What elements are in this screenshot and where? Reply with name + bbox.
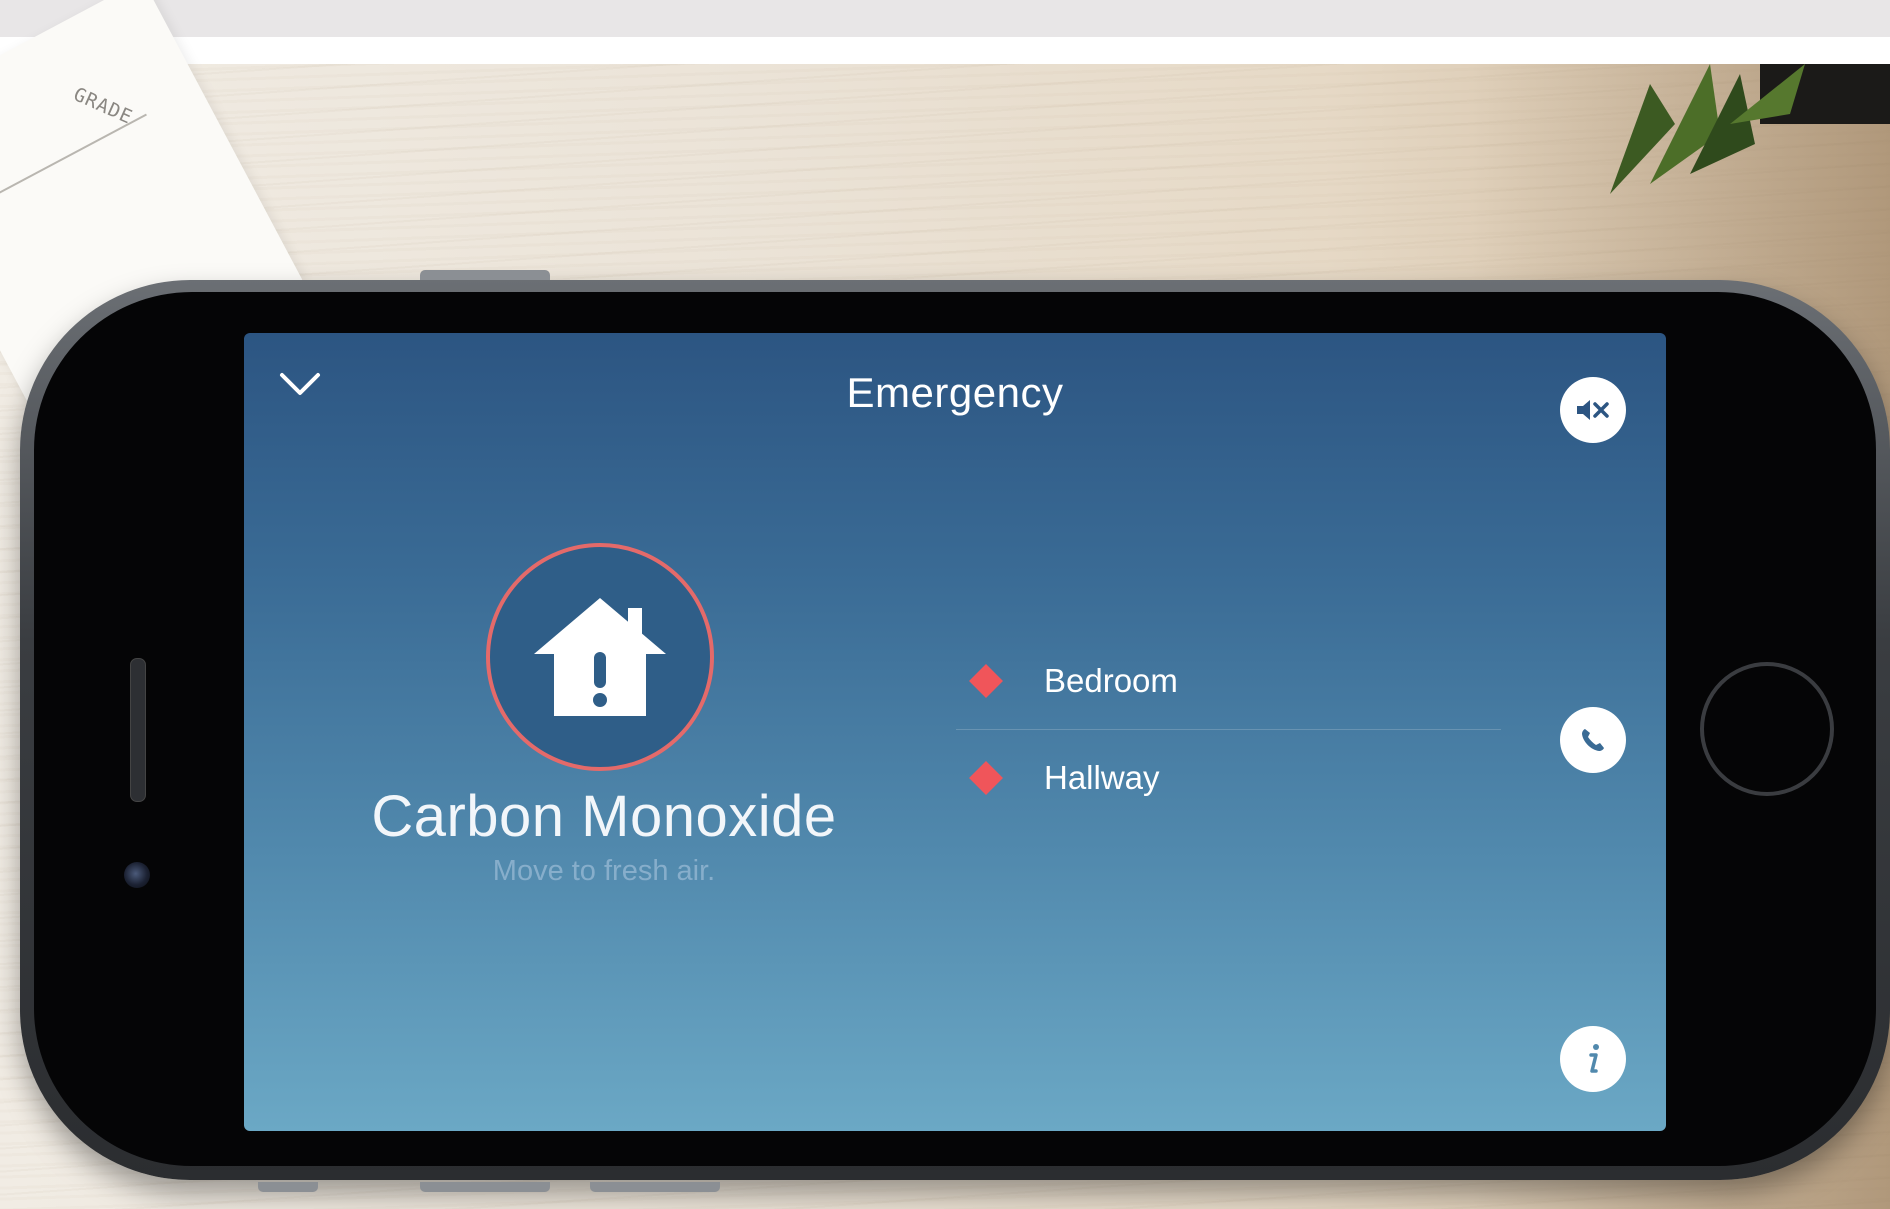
alert-diamond-icon — [969, 664, 1003, 698]
info-button[interactable] — [1560, 1026, 1626, 1092]
top-strip — [0, 0, 1890, 37]
location-label: Bedroom — [1044, 662, 1178, 699]
side-button-bottom-2 — [420, 1182, 550, 1192]
house-alert-icon — [534, 598, 666, 716]
alert-diamond-icon — [969, 761, 1003, 795]
alarm-type: Carbon Monoxide — [371, 784, 837, 849]
front-camera — [124, 862, 150, 888]
volume-button — [420, 270, 550, 280]
screen-title: Emergency — [846, 369, 1064, 416]
side-button-bottom-3 — [590, 1182, 720, 1192]
alarm-instruction: Move to fresh air. — [492, 855, 716, 887]
earpiece-speaker — [130, 658, 146, 802]
plant-leaves — [1610, 64, 1890, 194]
location-label: Hallway — [1044, 759, 1160, 796]
side-button-bottom-1 — [258, 1182, 318, 1192]
mute-button[interactable] — [1560, 377, 1626, 443]
phone-icon — [1582, 729, 1604, 751]
photo-scene: GRADE Emergency Carbon Monoxide Move to … — [0, 0, 1890, 1209]
speaker-mute-icon — [1577, 400, 1609, 420]
alarm-status-ring — [486, 543, 714, 771]
page-gap — [0, 37, 1890, 64]
list-item[interactable]: Hallway — [956, 730, 1501, 826]
list-item[interactable]: Bedroom — [956, 633, 1501, 729]
home-button[interactable] — [1700, 662, 1834, 796]
call-button[interactable] — [1560, 707, 1626, 773]
info-icon — [1589, 1044, 1599, 1073]
app-screen: Emergency Carbon Monoxide Move to fresh … — [244, 333, 1666, 1131]
alarm-locations-list: Bedroom Hallway — [956, 633, 1501, 826]
